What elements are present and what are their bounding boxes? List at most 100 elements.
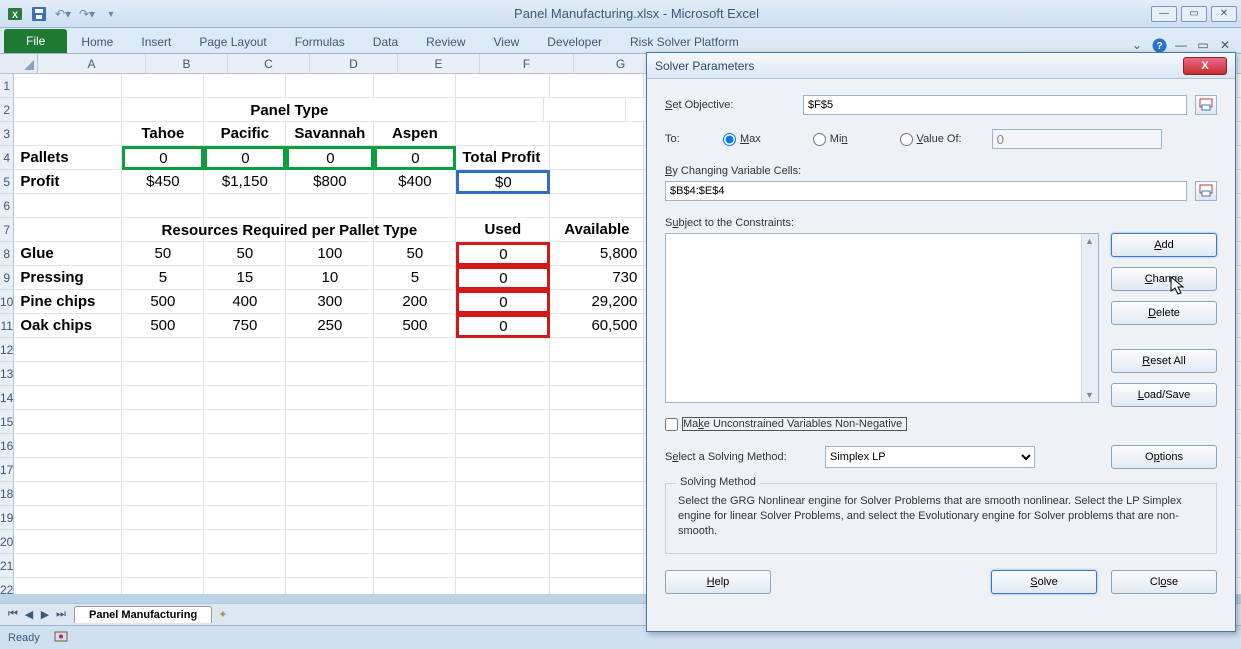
constraints-label: Subject to the Constraints: [665, 217, 1217, 229]
select-all-corner[interactable] [0, 54, 38, 73]
save-icon[interactable] [28, 3, 50, 25]
solve-button[interactable]: Solve [991, 570, 1097, 594]
row-header-21[interactable]: 21 [0, 554, 14, 578]
sheet-nav-first-icon[interactable]: ⏮ [6, 608, 20, 621]
macro-record-icon[interactable] [54, 629, 68, 646]
tab-review[interactable]: Review [412, 30, 479, 53]
solving-method-text: Select the GRG Nonlinear engine for Solv… [678, 494, 1204, 539]
sheet-nav-next-icon[interactable]: ▶ [38, 608, 52, 621]
col-header-B[interactable]: B [146, 54, 228, 73]
mdi-close-icon[interactable]: ✕ [1217, 37, 1233, 53]
set-objective-input[interactable] [803, 95, 1187, 115]
qat-customize-icon[interactable]: ▼ [100, 3, 122, 25]
row-header-16[interactable]: 16 [0, 434, 14, 458]
min-radio[interactable] [813, 133, 826, 146]
mdi-restore-icon[interactable]: ▭ [1195, 37, 1211, 53]
row-header-7[interactable]: 7 [0, 218, 14, 242]
constraints-listbox[interactable] [665, 233, 1099, 403]
tab-insert[interactable]: Insert [127, 30, 185, 53]
max-radio[interactable] [723, 133, 736, 146]
col-header-F[interactable]: F [480, 54, 574, 73]
delete-button[interactable]: Delete [1111, 301, 1217, 325]
row-header-12[interactable]: 12 [0, 338, 14, 362]
nonneg-checkbox[interactable] [665, 418, 678, 431]
value-of-label: Value Of: [917, 133, 962, 145]
range-select-icon[interactable] [1195, 181, 1217, 201]
help-icon[interactable]: ? [1151, 37, 1167, 53]
excel-icon: X [4, 3, 26, 25]
maximize-button[interactable]: ▭ [1181, 6, 1207, 22]
ribbon-minimize-icon[interactable]: ⌄ [1129, 37, 1145, 53]
to-label: To: [665, 133, 723, 145]
tab-risk-solver[interactable]: Risk Solver Platform [616, 30, 753, 53]
close-dlg-button[interactable]: Close [1111, 570, 1217, 594]
row-headers: 1234567891011121314151617181920212223242… [0, 74, 14, 594]
change-button[interactable]: Change [1111, 267, 1217, 291]
scrollbar[interactable] [1081, 234, 1098, 402]
quick-access-toolbar: X ↶▾ ↷▾ ▼ [4, 3, 122, 25]
row-header-17[interactable]: 17 [0, 458, 14, 482]
row-header-19[interactable]: 19 [0, 506, 14, 530]
dialog-titlebar[interactable]: Solver Parameters X [647, 53, 1235, 79]
undo-icon[interactable]: ↶▾ [52, 3, 74, 25]
row-header-2[interactable]: 2 [0, 98, 14, 122]
method-select[interactable]: Simplex LP [825, 446, 1035, 468]
tab-formulas[interactable]: Formulas [281, 30, 359, 53]
row-header-1[interactable]: 1 [0, 74, 14, 98]
row-header-4[interactable]: 4 [0, 146, 14, 170]
reset-all-button[interactable]: Reset All [1111, 349, 1217, 373]
row-header-22[interactable]: 22 [0, 578, 14, 594]
max-label: Max [740, 133, 761, 145]
row-header-14[interactable]: 14 [0, 386, 14, 410]
close-button[interactable]: ✕ [1211, 6, 1237, 22]
file-tab[interactable]: File [4, 29, 67, 53]
row-header-3[interactable]: 3 [0, 122, 14, 146]
load-save-button[interactable]: Load/Save [1111, 383, 1217, 407]
tab-page-layout[interactable]: Page Layout [185, 30, 280, 53]
row-header-11[interactable]: 11 [0, 314, 14, 338]
minimize-button[interactable]: — [1151, 6, 1177, 22]
nonneg-label: Make Unconstrained Variables Non-Negativ… [682, 417, 907, 431]
sheet-nav-last-icon[interactable]: ⏭ [54, 608, 68, 621]
col-header-D[interactable]: D [310, 54, 398, 73]
title-bar: X ↶▾ ↷▾ ▼ Panel Manufacturing.xlsx - Mic… [0, 0, 1241, 28]
window-controls: — ▭ ✕ [1151, 6, 1237, 22]
solver-dialog: Solver Parameters X Set Objective: To: M… [646, 52, 1236, 632]
value-of-input[interactable] [992, 129, 1162, 149]
row-header-18[interactable]: 18 [0, 482, 14, 506]
svg-text:?: ? [1156, 41, 1162, 52]
by-changing-label: By Changing Variable Cells: [665, 165, 1217, 177]
options-button[interactable]: Options [1111, 445, 1217, 469]
sheet-tab[interactable]: Panel Manufacturing [74, 606, 212, 623]
tab-view[interactable]: View [480, 30, 534, 53]
col-header-A[interactable]: A [38, 54, 146, 73]
dialog-title: Solver Parameters [655, 59, 754, 73]
col-header-E[interactable]: E [398, 54, 480, 73]
row-header-10[interactable]: 10 [0, 290, 14, 314]
row-header-6[interactable]: 6 [0, 194, 14, 218]
range-select-icon[interactable] [1195, 95, 1217, 115]
help-button[interactable]: Help [665, 570, 771, 594]
row-header-5[interactable]: 5 [0, 170, 14, 194]
row-header-20[interactable]: 20 [0, 530, 14, 554]
row-header-9[interactable]: 9 [0, 266, 14, 290]
method-label: Select a Solving Method: [665, 451, 815, 463]
redo-icon[interactable]: ↷▾ [76, 3, 98, 25]
col-header-C[interactable]: C [228, 54, 310, 73]
by-changing-input[interactable] [665, 181, 1187, 201]
mdi-minimize-icon[interactable]: — [1173, 37, 1189, 53]
new-sheet-icon[interactable]: ✦ [218, 608, 227, 621]
solving-method-box: Solving Method Select the GRG Nonlinear … [665, 483, 1217, 554]
resources-label: Resources Required per Pallet Type [122, 218, 456, 242]
row-header-13[interactable]: 13 [0, 362, 14, 386]
tab-home[interactable]: Home [67, 30, 127, 53]
dialog-close-button[interactable]: X [1183, 57, 1227, 75]
tab-data[interactable]: Data [359, 30, 412, 53]
row-header-15[interactable]: 15 [0, 410, 14, 434]
value-of-radio[interactable] [900, 133, 913, 146]
status-text: Ready [8, 632, 40, 644]
row-header-8[interactable]: 8 [0, 242, 14, 266]
add-button[interactable]: Add [1111, 233, 1217, 257]
tab-developer[interactable]: Developer [533, 30, 616, 53]
sheet-nav-prev-icon[interactable]: ◀ [22, 608, 36, 621]
